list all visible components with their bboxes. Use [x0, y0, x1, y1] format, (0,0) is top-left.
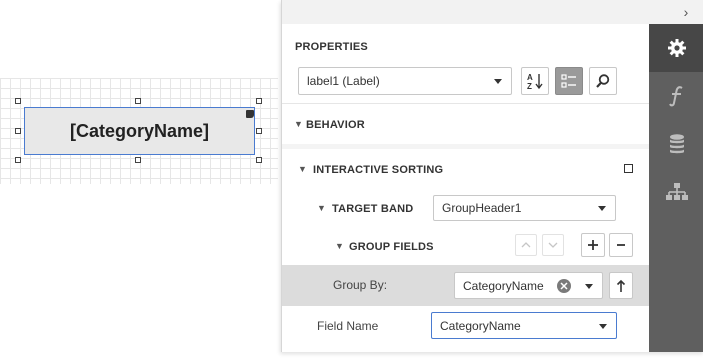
side-tab-strip: [649, 24, 703, 352]
label-control[interactable]: [CategoryName]: [24, 107, 255, 155]
sort-order-button[interactable]: [609, 272, 633, 299]
expanded-triangle-icon[interactable]: ▼: [335, 241, 344, 251]
function-icon: [668, 86, 683, 107]
search-icon: [596, 74, 610, 88]
target-band-value: GroupHeader1: [442, 201, 522, 215]
resize-handle-nw[interactable]: [15, 98, 21, 104]
resize-handle-se[interactable]: [256, 157, 262, 163]
sort-az-icon: A Z: [527, 73, 543, 90]
group-by-value: CategoryName: [463, 278, 544, 293]
move-up-button[interactable]: [515, 234, 537, 256]
target-band-label: TARGET BAND: [332, 203, 414, 215]
svg-text:Z: Z: [527, 82, 532, 90]
categories-icon: [561, 74, 576, 88]
remove-field-button[interactable]: [609, 233, 633, 257]
field-list-tab[interactable]: [649, 120, 703, 168]
report-explorer-tab[interactable]: [649, 168, 703, 216]
field-name-label: Field Name: [317, 319, 379, 333]
group-by-select[interactable]: CategoryName: [454, 272, 603, 299]
panel-top-bar: [282, 0, 703, 24]
design-surface: [CategoryName]: [0, 0, 282, 361]
hierarchy-icon: [665, 183, 688, 200]
expanded-triangle-icon: ▼: [294, 119, 303, 129]
behavior-label: BEHAVIOR: [306, 119, 365, 131]
reset-checkbox[interactable]: [624, 164, 633, 173]
field-name-select[interactable]: CategoryName: [431, 312, 617, 339]
expanded-triangle-icon[interactable]: ▼: [317, 203, 326, 213]
resize-handle-e[interactable]: [256, 128, 262, 134]
group-fields-label: GROUP FIELDS: [349, 241, 434, 253]
interactive-sorting-row[interactable]: ▼ INTERACTIVE SORTING: [282, 149, 649, 189]
gear-icon: [667, 39, 686, 57]
resize-handle-sw[interactable]: [15, 157, 21, 163]
group-by-row[interactable]: Group By: CategoryName: [282, 265, 649, 306]
field-name-row: Field Name CategoryName: [282, 306, 649, 346]
resize-handle-w[interactable]: [15, 128, 21, 134]
properties-title: PROPERTIES: [295, 41, 368, 53]
resize-handle-ne[interactable]: [256, 98, 262, 104]
properties-panel: › PROPERTIES label1 (Label) A Z ▼ BEHAVI…: [281, 0, 703, 352]
target-band-select[interactable]: GroupHeader1: [433, 195, 616, 221]
add-field-button[interactable]: [581, 233, 605, 257]
group-fields-row: ▼ GROUP FIELDS: [282, 227, 649, 265]
move-down-button[interactable]: [542, 234, 564, 256]
clear-icon[interactable]: [557, 279, 571, 293]
behavior-category[interactable]: ▼ BEHAVIOR: [282, 104, 649, 144]
target-band-row: ▼ TARGET BAND GroupHeader1: [282, 189, 649, 227]
smart-tag-icon[interactable]: [246, 110, 254, 118]
chevron-down-icon: [585, 283, 593, 289]
resize-handle-n[interactable]: [135, 98, 141, 104]
interactive-sorting-label: INTERACTIVE SORTING: [313, 164, 444, 176]
group-by-label: Group By:: [333, 278, 388, 292]
properties-tab[interactable]: [649, 24, 703, 72]
expanded-triangle-icon: ▼: [298, 164, 307, 174]
minus-icon: [617, 244, 625, 246]
collapse-panel-icon[interactable]: ›: [678, 4, 694, 20]
chevron-down-icon: [598, 206, 606, 211]
chevron-up-icon: [521, 242, 531, 248]
chevron-down-icon: [599, 323, 607, 329]
chevron-down-icon: [548, 242, 558, 248]
label-control-text: [CategoryName]: [69, 120, 210, 141]
object-selector-value: label1 (Label): [307, 74, 380, 88]
object-selector[interactable]: label1 (Label): [298, 67, 512, 95]
database-icon: [669, 134, 684, 154]
expressions-tab[interactable]: [649, 72, 703, 120]
chevron-down-icon: [494, 79, 502, 84]
resize-handle-s[interactable]: [135, 157, 141, 163]
field-name-value: CategoryName: [440, 318, 521, 333]
arrow-up-icon: [616, 279, 626, 292]
plus-icon: [588, 240, 598, 250]
search-button[interactable]: [589, 67, 617, 95]
svg-text:A: A: [527, 73, 533, 82]
sort-alphabetical-button[interactable]: A Z: [521, 67, 549, 95]
categorized-view-button[interactable]: [555, 67, 583, 95]
